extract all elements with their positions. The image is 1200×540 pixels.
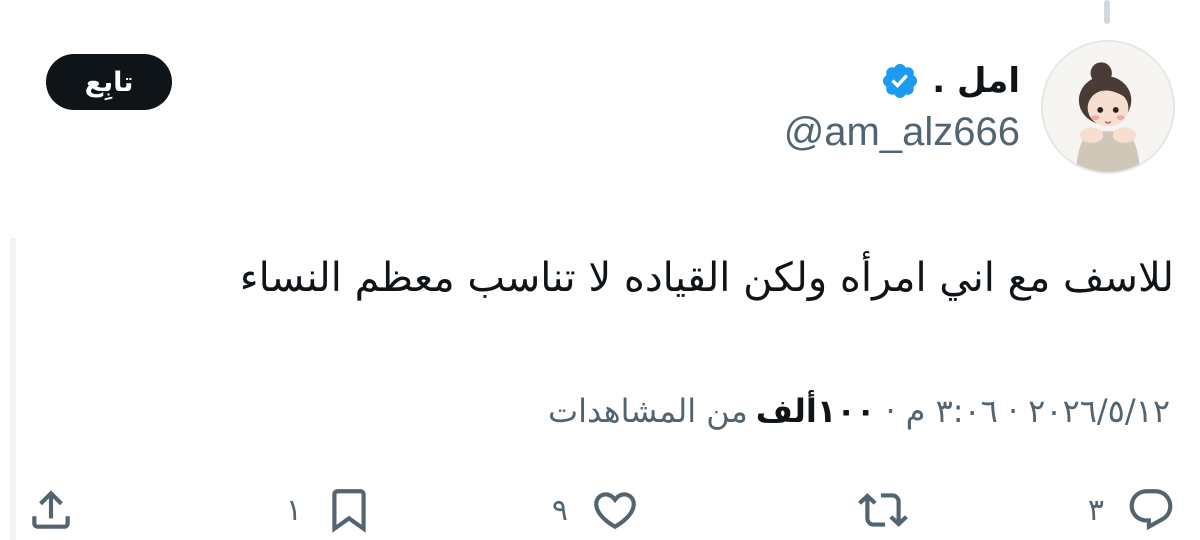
- bookmark-count: ١: [285, 492, 302, 528]
- views-count: ١٠٠ألف: [755, 392, 876, 430]
- author-handle[interactable]: @am_alz666: [784, 110, 1020, 155]
- tweet-date[interactable]: ٢٠٢٦/٥/١٢: [1028, 392, 1170, 430]
- thread-connector-line: [1104, 0, 1110, 24]
- share-icon: [26, 485, 76, 535]
- avatar[interactable]: [1041, 40, 1175, 174]
- like-icon: [590, 485, 640, 535]
- retweet-button[interactable]: [836, 478, 908, 540]
- meta-separator: ·: [1007, 392, 1019, 430]
- follow-button[interactable]: تابِع: [46, 54, 172, 110]
- author-name-text: امل .: [932, 61, 1020, 101]
- bookmark-button[interactable]: ١: [286, 478, 374, 540]
- tweet-time[interactable]: ٣:٠٦ م: [906, 392, 998, 430]
- share-button[interactable]: [26, 478, 76, 540]
- views-label: من المشاهدات: [547, 392, 748, 430]
- retweet-icon: [858, 485, 908, 535]
- avatar-illustration: [1043, 42, 1173, 172]
- content-side-border: [10, 238, 16, 540]
- tweet-meta: ٢٠٢٦/٥/١٢ · ٣:٠٦ م · ١٠٠ألف من المشاهدات: [548, 386, 1170, 436]
- verified-badge-icon: [880, 61, 920, 101]
- like-count: ٩: [551, 492, 568, 528]
- bookmark-icon: [324, 485, 374, 535]
- reply-button[interactable]: ٣: [1088, 478, 1176, 540]
- reply-icon: [1126, 485, 1176, 535]
- like-button[interactable]: ٩: [552, 478, 640, 540]
- tweet-text: للاسف مع اني امرأه ولكن القياده لا تناسب…: [239, 255, 1174, 301]
- author-display-name[interactable]: امل .: [880, 56, 1020, 106]
- meta-separator: ·: [885, 392, 896, 430]
- reply-count: ٣: [1087, 492, 1104, 528]
